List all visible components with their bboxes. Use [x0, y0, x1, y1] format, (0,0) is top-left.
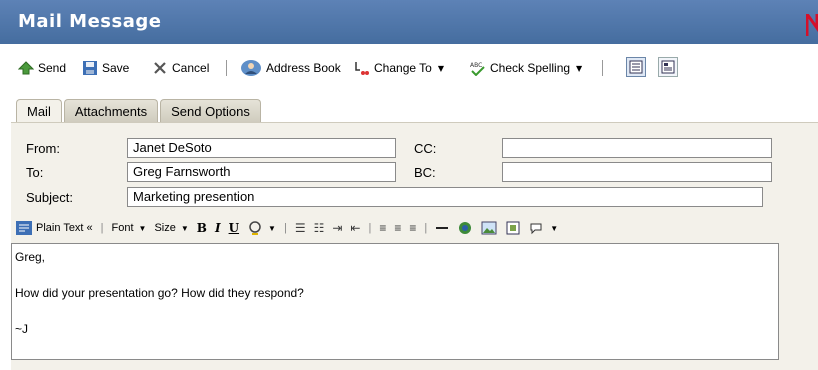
toolbar-divider: [226, 60, 227, 76]
window-title: Mail Message: [18, 11, 162, 32]
check-spelling-label: Check Spelling: [490, 61, 571, 75]
cc-field[interactable]: [502, 138, 772, 158]
font-label: Font: [111, 222, 134, 234]
spell-check-icon: ABC: [470, 62, 485, 76]
plain-text-icon: [16, 221, 32, 235]
format-toolbar: Plain Text « | Font ▼ Size ▼ B I U ▼ | ☰ ☷…: [15, 218, 566, 238]
emoticon-icon: [530, 223, 542, 235]
chevron-down-icon: ▼: [180, 223, 189, 233]
highlight-button[interactable]: ▼: [247, 220, 276, 236]
bullet-list-icon[interactable]: ☷: [314, 221, 325, 235]
size-label: Size: [154, 222, 176, 234]
body-line: [15, 266, 775, 284]
cancel-icon: [154, 62, 166, 74]
save-label: Save: [102, 61, 130, 75]
plain-text-button[interactable]: Plain Text «: [15, 220, 93, 236]
divider: |: [100, 222, 104, 234]
image-icon: [481, 221, 497, 235]
cc-label: CC:: [414, 141, 437, 156]
body-line: [15, 302, 775, 320]
highlight-icon: [249, 221, 261, 235]
align-center-icon[interactable]: ≡: [394, 221, 401, 235]
change-to-label: Change To: [374, 61, 432, 75]
body-line: Greg,: [15, 250, 46, 264]
chevron-down-icon: ▼: [138, 223, 147, 233]
indent-icon[interactable]: ⇥: [332, 221, 342, 235]
link-icon: [459, 222, 472, 234]
to-label: To:: [26, 165, 44, 180]
from-label: From:: [26, 141, 60, 156]
message-body-editor[interactable]: Greg, How did your presentation go? How …: [11, 243, 779, 360]
main-toolbar: Send Save Cancel Address Book Change To …: [0, 44, 818, 90]
list-view-icon: [661, 60, 675, 74]
toolbar-divider: [602, 60, 603, 76]
size-dropdown[interactable]: Size ▼: [154, 222, 188, 234]
tab-send-options[interactable]: Send Options: [160, 99, 261, 123]
insert-button[interactable]: [505, 220, 521, 236]
bc-label: BC:: [414, 165, 436, 180]
subject-field[interactable]: Marketing presention: [127, 187, 763, 207]
plain-text-label: Plain Text «: [36, 222, 93, 234]
divider: |: [424, 222, 428, 234]
send-label: Send: [38, 61, 67, 75]
from-field[interactable]: Janet DeSoto: [127, 138, 396, 158]
underline-button[interactable]: U: [229, 221, 239, 235]
tab-attachments[interactable]: Attachments: [63, 99, 159, 123]
cancel-button[interactable]: Cancel: [152, 58, 209, 78]
brand-logo: [806, 14, 818, 36]
view-icon: [629, 60, 643, 74]
horizontal-rule-button[interactable]: [435, 221, 449, 235]
align-left-icon[interactable]: ≡: [379, 221, 386, 235]
list-view-button[interactable]: [658, 57, 678, 77]
horizontal-rule-icon: [436, 227, 449, 229]
address-book-icon: [241, 60, 261, 76]
address-book-label: Address Book: [266, 61, 341, 75]
cancel-label: Cancel: [172, 61, 210, 75]
send-button[interactable]: Send: [18, 58, 66, 78]
align-right-icon[interactable]: ≡: [409, 221, 416, 235]
body-line: How did your presentation go? How did th…: [15, 286, 304, 300]
bc-field[interactable]: [502, 162, 772, 182]
body-line: ~J: [15, 322, 29, 336]
check-spelling-button[interactable]: ABC Check Spelling ▼: [470, 58, 582, 78]
svg-text:ABC: ABC: [470, 62, 482, 69]
to-field[interactable]: Greg Farnsworth: [127, 162, 396, 182]
outdent-icon[interactable]: ⇤: [350, 221, 360, 235]
tab-mail[interactable]: Mail: [16, 99, 62, 123]
font-dropdown[interactable]: Font ▼: [112, 222, 147, 234]
link-button[interactable]: [457, 220, 473, 236]
save-icon: [83, 61, 97, 75]
title-bar: Mail Message: [0, 0, 818, 44]
bold-button[interactable]: B: [197, 221, 207, 235]
italic-button[interactable]: I: [215, 221, 221, 235]
save-button[interactable]: Save: [82, 58, 129, 78]
tab-strip: Mail Attachments Send Options: [16, 99, 261, 123]
change-to-button[interactable]: Change To ▼: [354, 58, 444, 78]
image-button[interactable]: [481, 220, 497, 236]
send-icon: [18, 61, 34, 75]
insert-icon: [506, 221, 520, 235]
chevron-down-icon: ▼: [550, 223, 559, 233]
divider: |: [368, 222, 372, 234]
chevron-down-icon: ▼: [576, 63, 583, 73]
chevron-down-icon: ▼: [437, 63, 444, 73]
address-book-button[interactable]: Address Book: [240, 58, 341, 78]
change-to-icon: [355, 62, 369, 75]
chevron-down-icon: ▼: [268, 223, 276, 233]
divider: |: [283, 222, 287, 234]
subject-label: Subject:: [26, 190, 73, 205]
numbered-list-icon[interactable]: ☰: [295, 221, 306, 235]
view-toggle-button[interactable]: [626, 57, 646, 77]
emoticon-button[interactable]: ▼: [529, 220, 558, 236]
